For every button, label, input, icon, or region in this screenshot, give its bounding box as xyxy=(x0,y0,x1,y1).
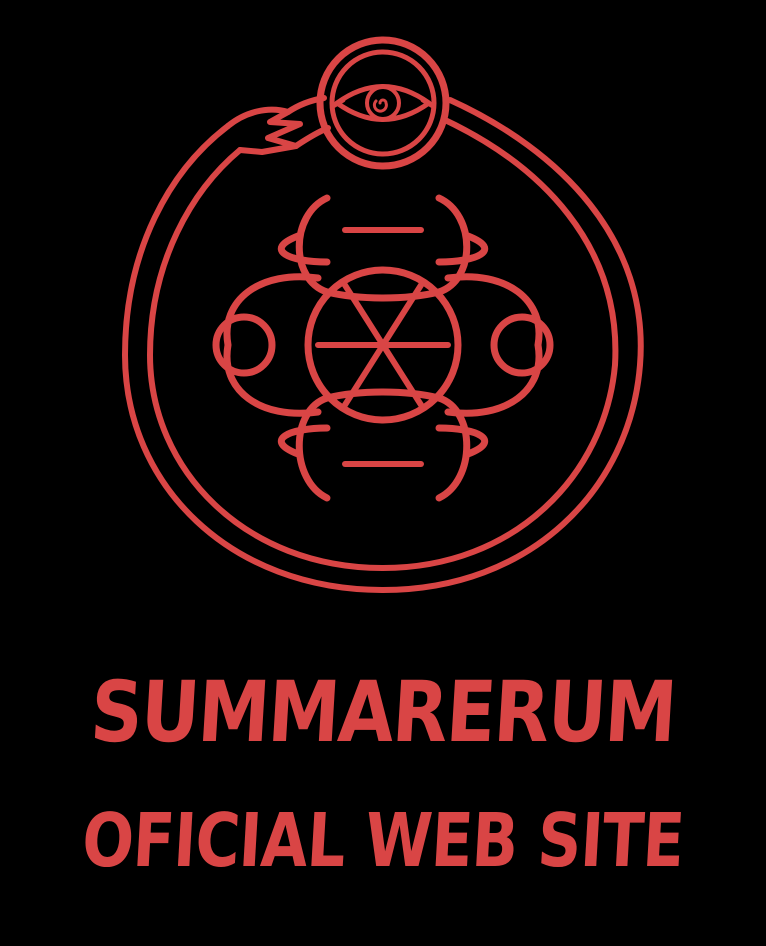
eye-spiral xyxy=(372,98,388,113)
eye-outline-icon xyxy=(334,84,432,122)
eye-iris xyxy=(365,85,401,121)
splash-page: SUMMARERUM OFICIAL WEB SITE xyxy=(0,0,766,946)
circle-right xyxy=(490,313,554,377)
circle-left xyxy=(212,313,276,377)
brand-name: SUMMARERUM xyxy=(87,663,679,761)
ouroboros-sigil-icon xyxy=(122,36,644,593)
crescent-bottom-top xyxy=(323,388,443,402)
serpent-head xyxy=(225,106,303,155)
crescent-bottom-wing-left xyxy=(277,424,331,458)
crescent-top-wing-left xyxy=(277,232,331,266)
eye-medallion-inner xyxy=(329,49,437,157)
brand-tagline: OFICIAL WEB SITE xyxy=(79,798,687,884)
crescent-top-wing-right xyxy=(435,232,489,266)
crescent-top-bottom xyxy=(323,288,443,302)
crescent-bottom-wing-right xyxy=(435,424,489,458)
